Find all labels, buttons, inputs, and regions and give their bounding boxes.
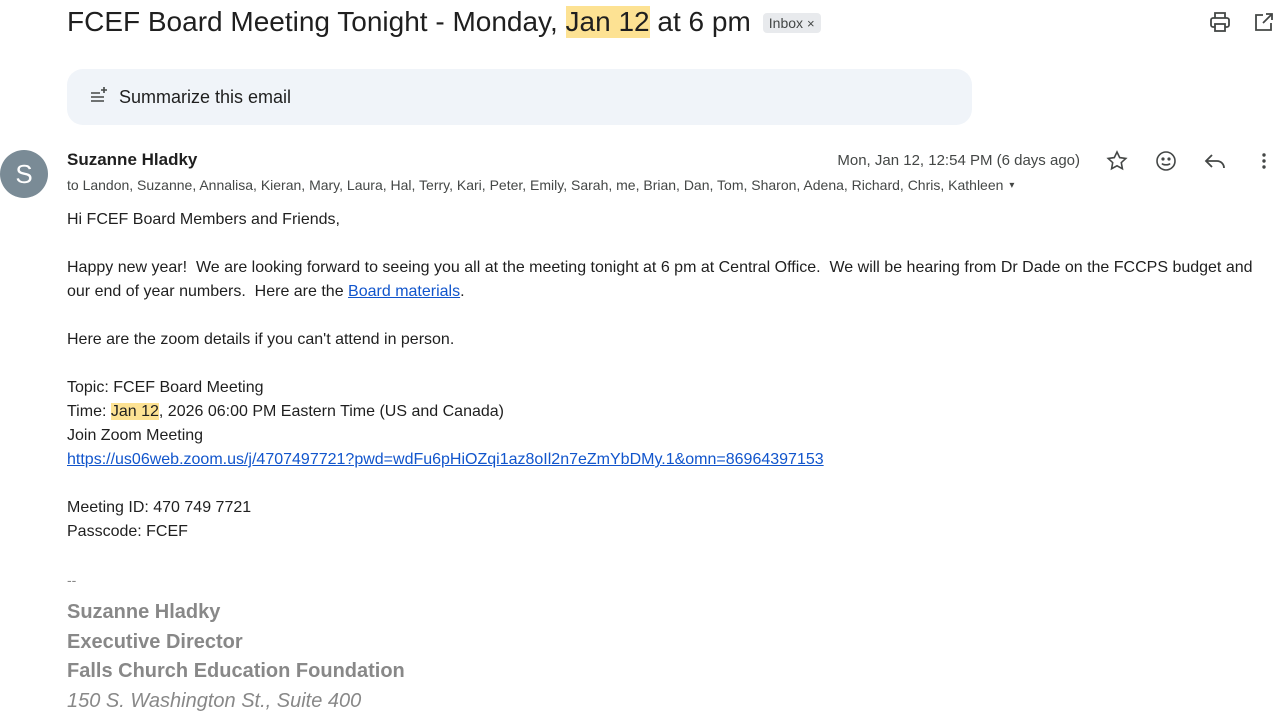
board-materials-link[interactable]: Board materials	[348, 283, 460, 300]
star-icon[interactable]	[1105, 149, 1129, 173]
signature-name: Suzanne Hladky	[67, 601, 221, 623]
remove-label-icon[interactable]: ×	[807, 16, 815, 31]
inbox-label-chip[interactable]: Inbox ×	[762, 13, 821, 33]
time-prefix: Time:	[67, 403, 111, 420]
greeting: Hi FCEF Board Members and Friends,	[67, 211, 340, 228]
recipients-line: to Landon, Suzanne, Annalisa, Kieran, Ma…	[67, 177, 1014, 193]
signature-separator: --	[67, 572, 77, 588]
message-date: Mon, Jan 12, 12:54 PM (6 days ago)	[837, 152, 1080, 169]
time-date-highlight: Jan 12	[110, 403, 159, 420]
sparkle-lines-icon	[89, 85, 109, 110]
paragraph-1: Happy new year! We are looking forward t…	[67, 256, 1280, 304]
signature-block: Suzanne Hladky Executive Director Falls …	[67, 598, 1280, 687]
signature-address: 150 S. Washington St., Suite 400	[67, 689, 362, 712]
join-zoom-label: Join Zoom Meeting	[67, 427, 204, 444]
message-body: Hi FCEF Board Members and Friends, Happy…	[67, 208, 1280, 716]
emoji-icon[interactable]	[1154, 149, 1178, 173]
print-icon[interactable]	[1208, 10, 1232, 34]
zoom-time: Time: Jan 12, 2026 06:00 PM Eastern Time…	[67, 400, 1280, 424]
reply-icon[interactable]	[1203, 149, 1227, 173]
summarize-email-button[interactable]: Summarize this email	[67, 69, 972, 125]
meeting-id: Meeting ID: 470 749 7721	[67, 499, 252, 516]
email-subject: FCEF Board Meeting Tonight - Monday, Jan…	[67, 2, 821, 42]
subject-text-end: at 6 pm	[649, 6, 751, 37]
inbox-label-text: Inbox	[768, 15, 804, 31]
sender-avatar[interactable]: S	[0, 150, 48, 198]
paragraph-1-end: .	[460, 283, 465, 300]
signature-org: Falls Church Education Foundation	[67, 660, 405, 682]
recipients-text: to Landon, Suzanne, Annalisa, Kieran, Ma…	[67, 177, 1004, 193]
open-in-new-window-icon[interactable]	[1252, 10, 1276, 34]
passcode: Passcode: FCEF	[67, 523, 188, 540]
more-vert-icon[interactable]	[1252, 149, 1276, 173]
paragraph-1-text: Happy new year! We are looking forward t…	[67, 259, 1257, 300]
zoom-intro: Here are the zoom details if you can't a…	[67, 331, 455, 348]
subject-text: FCEF Board Meeting Tonight - Monday,	[67, 6, 566, 37]
caret-down-icon[interactable]: ▾	[1009, 180, 1014, 191]
subject-date-highlight: Jan 12	[565, 6, 650, 38]
sender-name[interactable]: Suzanne Hladky	[67, 150, 197, 170]
summarize-label: Summarize this email	[119, 86, 292, 107]
signature-title: Executive Director	[67, 630, 243, 653]
zoom-meeting-link[interactable]: https://us06web.zoom.us/j/4707497721?pwd…	[67, 451, 824, 468]
time-rest: , 2026 06:00 PM Eastern Time (US and Can…	[158, 403, 504, 420]
zoom-topic: Topic: FCEF Board Meeting	[67, 379, 264, 396]
